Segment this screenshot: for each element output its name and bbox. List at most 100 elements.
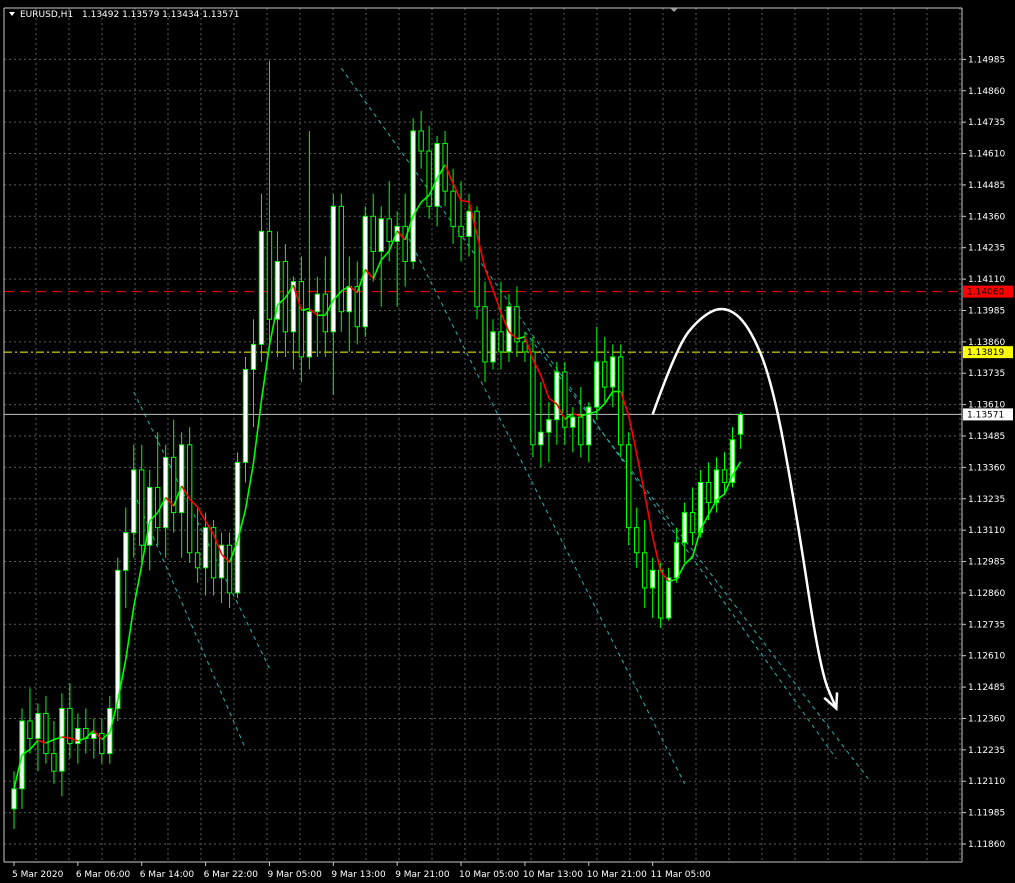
candle-bear-body: [458, 225, 464, 237]
candle-bear-body: [386, 218, 392, 242]
resistance-price-tag-text: 1.14060: [967, 288, 1004, 298]
candle-bull-body: [610, 356, 616, 388]
candle-bull-body: [346, 286, 352, 313]
candle-bull-body: [234, 461, 241, 594]
moving-average-segment: [61, 736, 70, 739]
candle-bear-body: [43, 712, 49, 755]
candle-bear-body: [705, 481, 712, 504]
candle-bull-body: [115, 569, 121, 709]
candle-bull-body: [570, 416, 576, 428]
candle-bull-body: [250, 343, 257, 370]
price-tick-label: 1.14235: [968, 244, 1005, 254]
price-tick-label: 1.12110: [968, 777, 1005, 787]
candle-bear-body: [338, 205, 345, 313]
price-tick-label: 1.13735: [968, 369, 1005, 379]
candle-bear-body: [426, 150, 432, 207]
price-tick-label: 1.11985: [968, 809, 1005, 819]
candle-bull-body: [147, 486, 153, 546]
candle-bear-body: [626, 444, 632, 529]
time-tick-label: 9 Mar 05:00: [267, 870, 322, 880]
price-tick-label: 1.14485: [968, 181, 1005, 191]
chart-background: [0, 0, 1015, 883]
candle-bear-body: [641, 552, 648, 589]
price-tick-label: 1.14860: [968, 87, 1005, 97]
time-tick-label: 11 Mar 05:00: [651, 870, 711, 880]
price-tick-label: 1.13360: [968, 463, 1005, 473]
candle-bull-body: [681, 512, 688, 544]
time-tick-label: 9 Mar 21:00: [395, 870, 450, 880]
candle-bear-body: [298, 281, 305, 358]
moving-average-segment: [460, 199, 470, 203]
price-tick-label: 1.11860: [968, 840, 1005, 850]
candle-bull-body: [11, 788, 17, 810]
candle-bear-body: [618, 356, 624, 446]
time-tick-label: 6 Mar 06:00: [76, 870, 131, 880]
candle-bear-body: [99, 733, 105, 755]
candle-bear-body: [226, 544, 233, 594]
candle-bull-body: [594, 361, 600, 408]
candle-bull-body: [546, 419, 552, 433]
price-tick-label: 1.12360: [968, 714, 1005, 724]
candle-bear-body: [418, 130, 424, 152]
candle-bull-body: [242, 368, 249, 463]
candle-bull-body: [538, 431, 544, 446]
current-price-tag-text: 1.13571: [967, 410, 1004, 420]
candle-bear-body: [266, 230, 273, 320]
candle-bull-body: [649, 569, 656, 589]
candle-bear-body: [139, 469, 145, 546]
price-tick-label: 1.14360: [968, 212, 1005, 222]
candle-bear-body: [370, 215, 376, 252]
price-tick-label: 1.12985: [968, 558, 1005, 568]
candle-bear-body: [402, 225, 408, 263]
candle-bear-body: [194, 552, 201, 569]
price-tick-label: 1.14110: [968, 275, 1005, 285]
support-price-tag-text: 1.13819: [967, 348, 1004, 358]
price-tick-label: 1.13485: [968, 432, 1005, 442]
candle-bull-body: [737, 413, 744, 435]
candle-bear-body: [578, 416, 584, 446]
time-tick-label: 10 Mar 21:00: [587, 870, 647, 880]
candle-bear-body: [530, 351, 536, 446]
candle-bull-body: [713, 469, 720, 504]
candle-bull-body: [59, 707, 65, 772]
price-tick-label: 1.12485: [968, 683, 1005, 693]
time-tick-label: 6 Mar 14:00: [140, 870, 195, 880]
candle-bear-body: [721, 469, 728, 483]
price-tick-label: 1.12735: [968, 620, 1005, 630]
symbol-label: EURUSD,H1: [20, 10, 73, 20]
candle-bull-body: [330, 205, 337, 333]
candle-bear-body: [482, 306, 488, 363]
price-tick-label: 1.14610: [968, 150, 1005, 160]
candle-bear-body: [51, 753, 57, 772]
candle-bull-body: [202, 527, 209, 569]
candle-bear-body: [689, 512, 696, 534]
candle-bull-body: [673, 542, 680, 579]
price-tick-label: 1.14985: [968, 55, 1005, 65]
candle-bull-body: [91, 733, 97, 740]
candle-bear-body: [450, 190, 456, 227]
candle-bear-body: [602, 361, 608, 388]
candle-bull-body: [490, 331, 496, 363]
candle-bull-body: [554, 371, 560, 421]
time-tick-label: 10 Mar 05:00: [459, 870, 519, 880]
candle-bull-body: [410, 130, 416, 263]
candle-bull-body: [306, 311, 313, 358]
candle-bear-body: [657, 569, 664, 619]
candle-bull-body: [123, 532, 129, 571]
candle-bear-body: [633, 527, 640, 554]
candle-bull-body: [378, 218, 384, 252]
candle-bull-body: [178, 444, 185, 514]
price-tick-label: 1.12860: [968, 589, 1005, 599]
candle-bull-body: [35, 712, 41, 740]
candle-bull-body: [314, 293, 321, 313]
time-tick-label: 9 Mar 13:00: [331, 870, 386, 880]
price-tick-label: 1.13985: [968, 306, 1005, 316]
candle-bear-body: [154, 486, 161, 529]
chart-window: 1.14985 1.14860 1.14735 1.14610 1.14485 1.143…: [0, 0, 1015, 883]
candle-bear-body: [498, 331, 504, 353]
price-tick-label: 1.13235: [968, 495, 1005, 505]
price-tick-label: 1.14735: [968, 118, 1005, 128]
ohlc-readout: 1.13492 1.13579 1.13434 1.13571: [82, 10, 239, 20]
candle-bull-body: [466, 210, 472, 237]
time-tick-label: 6 Mar 22:00: [204, 870, 259, 880]
